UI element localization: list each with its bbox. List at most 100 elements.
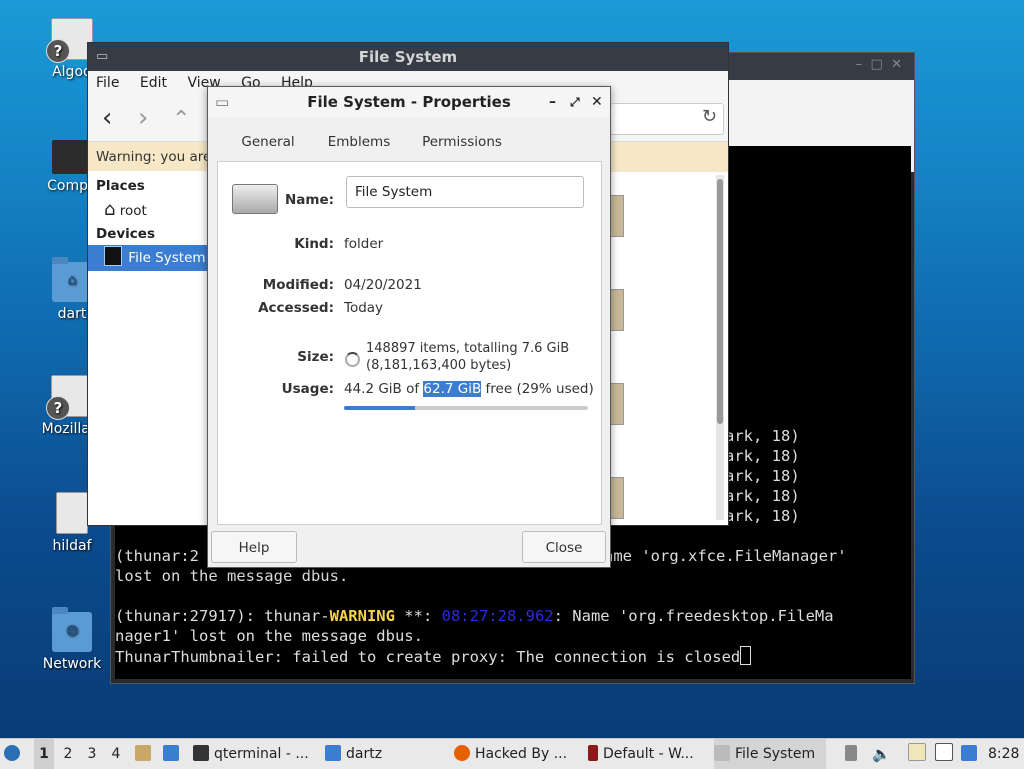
close-button[interactable]: Close: [522, 531, 606, 563]
modified-value: 04/20/2021: [344, 277, 422, 293]
wine-icon: [588, 745, 598, 761]
tab-permissions[interactable]: Permissions: [412, 125, 512, 161]
size-value-line1: 148897 items, totalling 7.6 GiB: [366, 341, 570, 356]
usage-selected-text: 62.7 GiB: [423, 381, 482, 397]
tray-updates[interactable]: [845, 739, 859, 769]
files-icon: [135, 745, 151, 761]
start-menu-button[interactable]: [4, 739, 28, 769]
sidebar-header-devices: Devices: [96, 226, 155, 242]
terminal-line: ark, 18): [725, 507, 800, 525]
drive-icon: [714, 745, 730, 761]
terminal-line: ark, 18): [725, 427, 800, 445]
usage-bar-fill: [344, 406, 415, 410]
sidebar-header-places: Places: [96, 178, 145, 194]
task-qterminal[interactable]: qterminal - ...: [193, 739, 318, 769]
name-field[interactable]: File System: [346, 176, 584, 208]
usage-label: Usage:: [281, 381, 334, 397]
workspace-1[interactable]: 1: [34, 739, 54, 769]
folder-icon: [325, 745, 341, 761]
dialog-titlebar[interactable]: ▭ File System - Properties – ⤢ ✕: [208, 87, 610, 117]
clipboard-icon: [908, 743, 926, 761]
size-label: Size:: [297, 349, 334, 365]
text-file-icon: [56, 492, 88, 534]
general-pane: Name: File System Kind: folder Modified:…: [217, 161, 602, 525]
usage-value: 44.2 GiB of 62.7 GiB free (29% used): [344, 381, 594, 397]
name-label: Name:: [284, 192, 334, 208]
clock[interactable]: 8:28: [988, 739, 1022, 769]
window-title: File System: [358, 48, 458, 66]
network-folder-icon: ◍: [52, 607, 92, 652]
usage-bar: [344, 406, 588, 410]
menu-edit[interactable]: Edit: [140, 75, 167, 91]
accessed-value: Today: [344, 300, 384, 316]
folder-icon[interactable]: [610, 195, 624, 237]
up-arrow-icon[interactable]: ⌃: [172, 107, 190, 132]
harddisk-icon: [104, 246, 122, 266]
tray-network[interactable]: [935, 739, 955, 769]
size-value-line2: (8,181,163,400 bytes): [366, 358, 512, 373]
show-desktop-button[interactable]: [163, 739, 183, 769]
terminal-icon: [193, 745, 209, 761]
desktop-icon-label: hildaf: [52, 538, 92, 554]
desktop-icon-network[interactable]: ◍ Network: [27, 607, 117, 672]
file-manager-titlebar[interactable]: ▭ File System: [88, 43, 728, 71]
location-bar[interactable]: ↻: [610, 103, 724, 135]
terminal-line: ame 'org.xfce.FileManager': [604, 547, 847, 565]
kind-label: Kind:: [294, 236, 334, 252]
desktop-icon-label: Network: [42, 656, 102, 672]
sidebar-item-root[interactable]: ⌂ root: [88, 197, 209, 223]
tab-general[interactable]: General: [227, 125, 309, 164]
upload-icon: [845, 745, 857, 761]
maximize-icon[interactable]: ⤢: [570, 87, 580, 117]
workspace-2[interactable]: 2: [58, 739, 78, 769]
scrollbar[interactable]: [716, 175, 724, 520]
menu-file[interactable]: File: [96, 75, 119, 91]
terminal-line: nager1' lost on the message dbus.: [115, 627, 423, 645]
task-file-system[interactable]: File System: [714, 739, 826, 769]
task-label: File System: [735, 746, 816, 762]
tab-emblems[interactable]: Emblems: [317, 125, 401, 161]
sidebar: Places ⌂ root Devices File System: [88, 171, 209, 523]
tab-bar: General Emblems Permissions: [217, 125, 601, 164]
home-icon: ⌂: [104, 199, 116, 220]
terminal-line: ark, 18): [725, 447, 800, 465]
workspace-3[interactable]: 3: [82, 739, 102, 769]
task-wine[interactable]: Default - W...: [588, 739, 703, 769]
help-button[interactable]: Help: [211, 531, 297, 563]
modified-label: Modified:: [262, 277, 334, 293]
taskbar: 1 2 3 4 qterminal - ... dartz Hacked By …: [0, 738, 1024, 769]
sidebar-item-label: File System: [128, 250, 206, 266]
timestamp-text: 08:27:28.962: [441, 607, 554, 625]
folder-icon[interactable]: [610, 289, 624, 331]
sidebar-item-file-system[interactable]: File System: [88, 245, 209, 271]
folder-icon[interactable]: [610, 477, 624, 519]
network-icon: [935, 743, 953, 761]
terminal-text: **:: [394, 607, 442, 625]
file-manager-launcher[interactable]: [135, 739, 155, 769]
tray-notifications[interactable]: [961, 739, 979, 769]
warning-text: WARNING: [329, 607, 395, 625]
properties-dialog[interactable]: ▭ File System - Properties – ⤢ ✕ General…: [207, 86, 611, 568]
forward-arrow-icon[interactable]: ›: [138, 103, 148, 133]
task-firefox[interactable]: Hacked By ...: [454, 739, 574, 769]
kind-value: folder: [344, 236, 384, 252]
speaker-icon: 🔈: [872, 745, 890, 763]
terminal-line: ark, 18): [725, 467, 800, 485]
minimize-icon[interactable]: –: [549, 87, 556, 117]
back-arrow-icon[interactable]: ‹: [102, 103, 112, 133]
terminal-cursor: [740, 646, 752, 665]
task-label: Hacked By ...: [475, 746, 568, 762]
workspace-4[interactable]: 4: [106, 739, 126, 769]
terminal-line: ark, 18): [725, 487, 800, 505]
reload-icon[interactable]: ↻: [702, 106, 717, 127]
close-icon[interactable]: ✕: [591, 87, 603, 117]
drive-icon: ▭: [96, 49, 109, 64]
tray-volume[interactable]: 🔈: [872, 739, 890, 769]
computer-icon: [52, 140, 92, 174]
window-controls-icon[interactable]: – □ ✕: [856, 57, 902, 72]
desktop-icon: [163, 745, 179, 761]
task-dartz[interactable]: dartz: [325, 739, 435, 769]
tray-clipboard[interactable]: [908, 739, 926, 769]
folder-icon[interactable]: [610, 383, 624, 425]
terminal-line: lost on the message dbus.: [115, 567, 349, 585]
